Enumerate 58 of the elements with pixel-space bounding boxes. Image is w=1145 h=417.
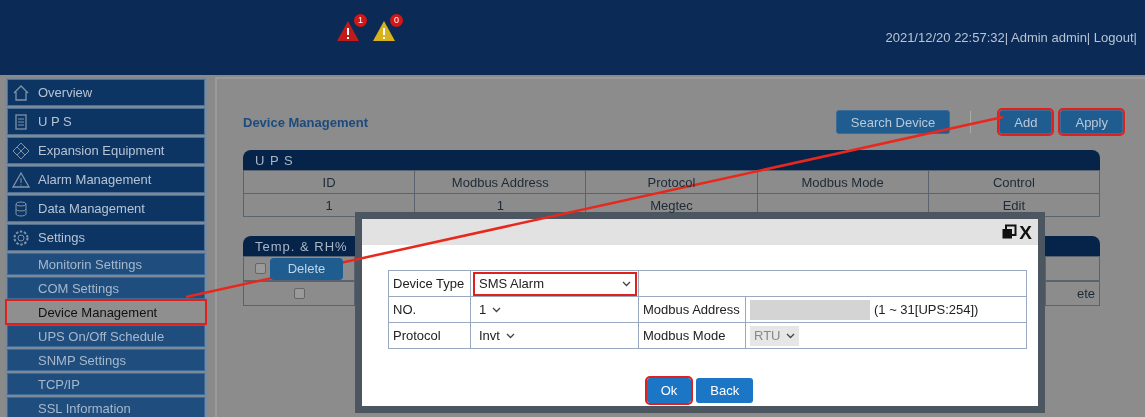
diamond-grid-icon [12, 141, 30, 160]
field-label: Modbus Mode [638, 322, 746, 349]
warning-icon[interactable] [336, 19, 360, 42]
column-header: Modbus Mode [757, 170, 929, 194]
sidebar-item[interactable]: Alarm Management [7, 166, 205, 193]
home-icon [12, 83, 30, 102]
restore-icon[interactable] [1001, 224, 1018, 240]
sidebar-item[interactable]: Expansion Equipment [7, 137, 205, 164]
field-label: NO. [388, 296, 471, 323]
alarm-count-badge: 0 [390, 13, 403, 27]
page-title: Device Management [243, 114, 368, 130]
warning-icon[interactable] [372, 19, 396, 42]
sidebar-item[interactable]: Overview [7, 79, 205, 106]
warning-icon [12, 170, 30, 189]
list-icon [12, 112, 30, 131]
sidebar-item-label: Settings [38, 230, 85, 245]
dialog-button[interactable]: Ok [646, 378, 692, 403]
toolbar-button[interactable]: Apply [1060, 110, 1123, 134]
column-header: Modbus Address [414, 170, 586, 194]
sidebar-item[interactable]: U P S [7, 108, 205, 135]
sidebar-item-label: U P S [38, 114, 72, 129]
sidebar-subitem[interactable]: Device Management [7, 301, 205, 323]
header-status-text: 2021/12/20 22:57:32| Admin admin| Logout| [885, 30, 1137, 45]
dialog-button[interactable]: Back [696, 378, 754, 403]
toolbar-button[interactable]: Add [999, 110, 1053, 134]
sidebar-subitem[interactable]: SNMP Settings [7, 349, 205, 371]
sidebar-item-label: Overview [38, 85, 93, 100]
table-cell: ete [1076, 286, 1095, 301]
delete-button[interactable]: Delete [269, 257, 344, 280]
column-header: Control [928, 170, 1100, 194]
column-header: ID [243, 170, 415, 194]
panel-header: U P S [243, 150, 1100, 170]
field-label: Device Type [388, 270, 471, 297]
field-label: Protocol [388, 322, 471, 349]
sidebar-subitem[interactable]: UPS On/Off Schedule [7, 325, 205, 347]
checkbox[interactable] [293, 288, 305, 299]
sidebar-subitem[interactable]: SSL Information [7, 397, 205, 417]
settings-icon [12, 228, 30, 247]
sidebar-subitem[interactable]: TCP/IP [7, 373, 205, 395]
database-icon [12, 199, 30, 218]
field-label: Modbus Address [638, 296, 746, 323]
caret-icon [622, 280, 631, 287]
sidebar-item[interactable]: Data Management [7, 195, 205, 222]
sidebar-item[interactable]: Settings [7, 224, 205, 251]
column-header: Protocol [585, 170, 758, 194]
caret-icon [786, 332, 796, 339]
caret-icon [505, 332, 515, 339]
alarm-count-badge: 1 [354, 13, 367, 27]
input-field[interactable] [750, 299, 870, 320]
hint-text: (1 ~ 31[UPS:254]) [874, 302, 979, 317]
sidebar-subitem[interactable]: COM Settings [7, 277, 205, 299]
toolbar-button[interactable]: Search Device [835, 110, 951, 134]
sidebar-subitem[interactable]: Monitorin Settings [7, 253, 205, 275]
checkbox[interactable] [254, 263, 266, 274]
sidebar-item-label: Data Management [38, 201, 145, 216]
caret-icon [492, 306, 502, 313]
sidebar-item-label: Expansion Equipment [38, 143, 165, 158]
sidebar-item-label: Alarm Management [38, 172, 152, 187]
